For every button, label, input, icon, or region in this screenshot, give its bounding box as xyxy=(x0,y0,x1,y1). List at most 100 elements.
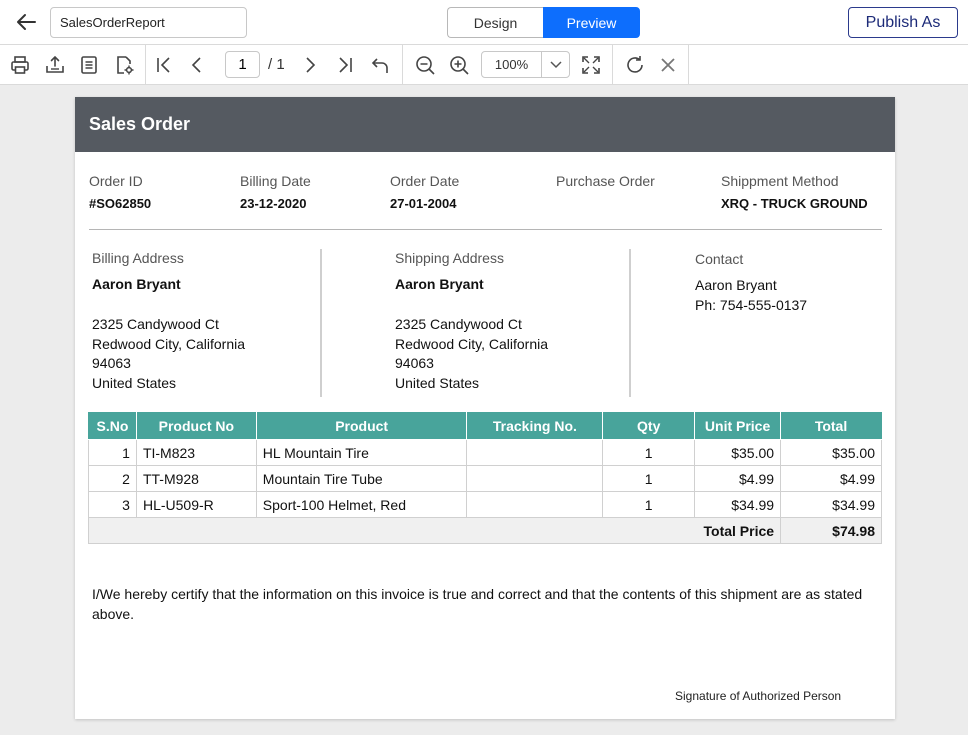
billing-date-value: 23-12-2020 xyxy=(240,196,307,211)
sno-cell: 2 xyxy=(88,465,137,492)
column-header: Total xyxy=(780,412,882,440)
billing-address-line: 94063 xyxy=(92,355,131,371)
shipment-method-label: Shippment Method xyxy=(721,173,839,189)
section-divider xyxy=(89,229,882,230)
billing-address-line: 2325 Candywood Ct xyxy=(92,316,219,332)
shipping-address-line: 2325 Candywood Ct xyxy=(395,316,522,332)
zoom-dropdown[interactable]: 100% xyxy=(481,51,570,78)
total-pages-label: / 1 xyxy=(268,56,285,73)
billing-date-label: Billing Date xyxy=(240,173,311,189)
viewer-toolbar: / 1 100% xyxy=(0,45,968,85)
purchase-order-label: Purchase Order xyxy=(556,173,655,189)
parameters-icon[interactable] xyxy=(77,53,101,77)
billing-address-line: United States xyxy=(92,375,177,391)
shipping-address-line: 94063 xyxy=(395,355,434,371)
table-row: 2 TT-M928 Mountain Tire Tube 1 $4.99 $4.… xyxy=(88,465,882,492)
unit-price-cell: $34.99 xyxy=(694,491,782,518)
billing-address-label: Billing Address xyxy=(92,250,184,266)
toolbar-separator xyxy=(145,45,146,85)
report-canvas[interactable]: Sales Order Order ID #SO62850 Billing Da… xyxy=(0,85,968,735)
signature-label: Signature of Authorized Person xyxy=(675,689,842,703)
previous-page-icon[interactable] xyxy=(185,53,209,77)
unit-price-cell: $35.00 xyxy=(694,439,782,466)
column-header: Qty xyxy=(602,412,696,440)
toolbar-separator xyxy=(402,45,403,85)
total-price-value: $74.98 xyxy=(780,517,882,544)
contact-label: Contact xyxy=(695,251,744,267)
column-divider xyxy=(320,249,322,397)
sno-cell: 1 xyxy=(88,439,137,466)
column-header: Product No xyxy=(135,412,257,440)
fit-page-icon[interactable] xyxy=(579,53,603,77)
product-cell: HL Mountain Tire xyxy=(255,439,468,466)
tracking-cell xyxy=(466,465,604,492)
first-page-icon[interactable] xyxy=(152,53,176,77)
preview-tab[interactable]: Preview xyxy=(543,7,640,38)
total-price-row: Total Price $74.98 xyxy=(87,517,882,544)
shipping-address-line: United States xyxy=(395,375,480,391)
order-date-value: 27-01-2004 xyxy=(390,196,457,211)
tracking-cell xyxy=(466,439,604,466)
last-page-icon[interactable] xyxy=(333,53,357,77)
print-icon[interactable] xyxy=(8,53,32,77)
report-name-input[interactable] xyxy=(50,7,247,38)
shipment-method-value: XRQ - TRUCK GROUND xyxy=(721,196,868,211)
order-id-label: Order ID xyxy=(89,173,143,189)
top-header: Design Preview Publish As xyxy=(0,0,968,45)
qty-cell: 1 xyxy=(602,465,696,492)
refresh-icon[interactable] xyxy=(623,53,647,77)
tracking-cell xyxy=(466,491,604,518)
total-cell: $4.99 xyxy=(780,465,882,492)
report-page: Sales Order Order ID #SO62850 Billing Da… xyxy=(75,97,895,719)
table-row: 1 TI-M823 HL Mountain Tire 1 $35.00 $35.… xyxy=(88,439,882,466)
zoom-value: 100% xyxy=(482,52,542,77)
publish-as-button[interactable]: Publish As xyxy=(848,7,958,38)
total-cell: $35.00 xyxy=(780,439,882,466)
certification-text: I/We hereby certify that the information… xyxy=(92,586,863,622)
sno-cell: 3 xyxy=(88,491,137,518)
mode-toggle: Design Preview xyxy=(447,7,640,38)
zoom-out-icon[interactable] xyxy=(413,53,437,77)
billing-name: Aaron Bryant xyxy=(92,276,181,292)
column-divider xyxy=(629,249,631,397)
order-id-value: #SO62850 xyxy=(89,196,152,211)
shipping-name: Aaron Bryant xyxy=(395,276,484,292)
report-title-bar: Sales Order xyxy=(75,97,895,152)
back-arrow-icon[interactable] xyxy=(12,9,40,35)
qty-cell: 1 xyxy=(602,439,696,466)
toolbar-separator xyxy=(688,45,689,85)
column-header: Unit Price xyxy=(694,412,782,440)
shipping-address-line: Redwood City, California xyxy=(395,336,549,352)
total-price-label: Total Price xyxy=(87,517,782,544)
order-date-label: Order Date xyxy=(390,173,460,189)
product-cell: Sport-100 Helmet, Red xyxy=(255,491,468,518)
back-to-parent-icon[interactable] xyxy=(368,53,392,77)
design-tab[interactable]: Design xyxy=(447,7,543,38)
cancel-icon[interactable] xyxy=(656,53,680,77)
next-page-icon[interactable] xyxy=(298,53,322,77)
order-items-table: S.No Product No Product Tracking No. Qty… xyxy=(87,412,882,544)
page-setup-icon[interactable] xyxy=(112,53,136,77)
column-header: Product xyxy=(255,412,468,440)
unit-price-cell: $4.99 xyxy=(694,465,782,492)
qty-cell: 1 xyxy=(602,491,696,518)
shipping-address-label: Shipping Address xyxy=(395,250,504,266)
product-no-cell: TT-M928 xyxy=(135,465,257,492)
toolbar-separator xyxy=(612,45,613,85)
column-header: S.No xyxy=(88,412,137,440)
product-cell: Mountain Tire Tube xyxy=(255,465,468,492)
export-icon[interactable] xyxy=(43,53,67,77)
chevron-down-icon[interactable] xyxy=(542,52,569,77)
contact-phone: Ph: 754-555-0137 xyxy=(695,297,808,313)
column-header: Tracking No. xyxy=(466,412,604,440)
billing-address-line: Redwood City, California xyxy=(92,336,246,352)
total-cell: $34.99 xyxy=(780,491,882,518)
product-no-cell: HL-U509-R xyxy=(135,491,257,518)
current-page-input[interactable] xyxy=(225,51,260,78)
table-row: 3 HL-U509-R Sport-100 Helmet, Red 1 $34.… xyxy=(88,491,882,518)
product-no-cell: TI-M823 xyxy=(135,439,257,466)
table-header-row: S.No Product No Product Tracking No. Qty… xyxy=(88,412,882,440)
report-title: Sales Order xyxy=(89,114,191,134)
zoom-in-icon[interactable] xyxy=(447,53,471,77)
contact-name: Aaron Bryant xyxy=(695,277,777,293)
